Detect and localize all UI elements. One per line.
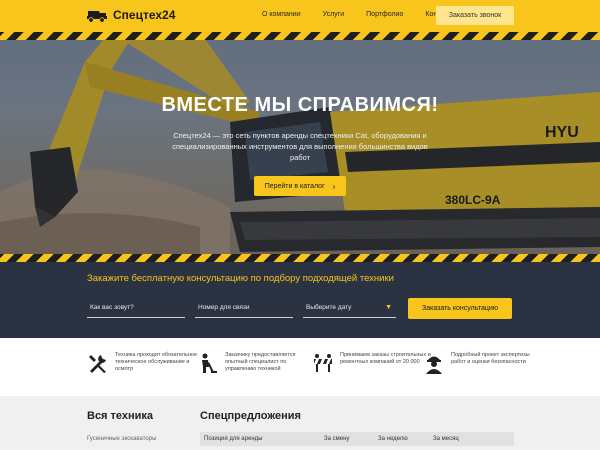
feature-item: Подробный проект экспертизы работ и оцен… (423, 352, 543, 374)
date-select-label: Выберите дату (306, 304, 352, 311)
feature-item: Принимаем заказы строительных и ремонтны… (312, 352, 432, 374)
phone-input[interactable]: Номер для связи (195, 298, 293, 318)
site-header: Спецтех24 О компании Услуги Портфолио Ко… (0, 0, 600, 32)
consultation-section: Закажите бесплатную консультацию по подб… (0, 262, 600, 338)
all-equipment-title: Вся техника (87, 410, 154, 422)
date-select[interactable]: Выберите дату ▼ (303, 298, 396, 318)
barrier-icon (314, 354, 332, 372)
chevron-right-icon: › (332, 181, 336, 191)
category-link[interactable]: Гусеничные экскаваторы (87, 436, 156, 442)
order-consultation-button[interactable]: Заказать консультацию (408, 298, 512, 319)
feature-text: Подробный проект экспертизы работ и оцен… (451, 352, 530, 365)
catalog-button[interactable]: Перейти в каталог › (254, 176, 346, 196)
nav-portfolio[interactable]: Портфолио (366, 11, 403, 18)
nav-about[interactable]: О компании (262, 11, 301, 18)
call-request-button[interactable]: Заказать звонок (436, 6, 514, 25)
feature-item: Заказчику предоставляется опытный специа… (197, 352, 317, 374)
table-header-month: За месяц (433, 436, 459, 442)
offers-table-header: Позиция для аренды За смену За неделю За… (200, 432, 514, 446)
features-section: Техника проходит обязательное техническо… (0, 338, 600, 396)
consultation-title: Закажите бесплатную консультацию по подб… (87, 273, 394, 284)
hazard-stripe-top (0, 32, 600, 40)
feature-text: Заказчику предоставляется опытный специа… (225, 352, 296, 372)
hero-description: Спецтех24 — это сеть пунктов аренды спец… (172, 131, 428, 162)
table-header-week: За неделю (378, 436, 408, 442)
tools-icon (89, 355, 106, 373)
caret-down-icon: ▼ (385, 304, 392, 311)
table-header-position: Позиция для аренды (204, 436, 263, 442)
feature-text: Техника проходит обязательное техническо… (115, 352, 198, 372)
worker-icon (202, 353, 217, 373)
engineer-icon (426, 356, 442, 374)
hero-section: 380LC-9A HYU ВМЕСТЕ МЫ СПРАВИМСЯ! Спецте… (0, 32, 600, 262)
feature-text: Принимаем заказы строительных и ремонтны… (340, 352, 431, 365)
special-offers-title: Спецпредложения (200, 410, 301, 422)
hazard-stripe-bottom (0, 254, 600, 262)
nav-services[interactable]: Услуги (323, 11, 345, 18)
table-header-shift: За смену (324, 436, 350, 442)
logo-text: Спецтех24 (113, 8, 176, 22)
catalog-section: Вся техника Гусеничные экскаваторы Спецп… (0, 396, 600, 450)
name-input[interactable]: Как вас зовут? (87, 298, 185, 318)
logo[interactable]: Спецтех24 (86, 7, 175, 23)
dump-truck-icon (87, 11, 107, 23)
hero-title: ВМЕСТЕ МЫ СПРАВИМСЯ! (161, 94, 439, 116)
feature-item: Техника проходит обязательное техническо… (87, 352, 207, 374)
catalog-button-label: Перейти в каталог (264, 182, 325, 190)
